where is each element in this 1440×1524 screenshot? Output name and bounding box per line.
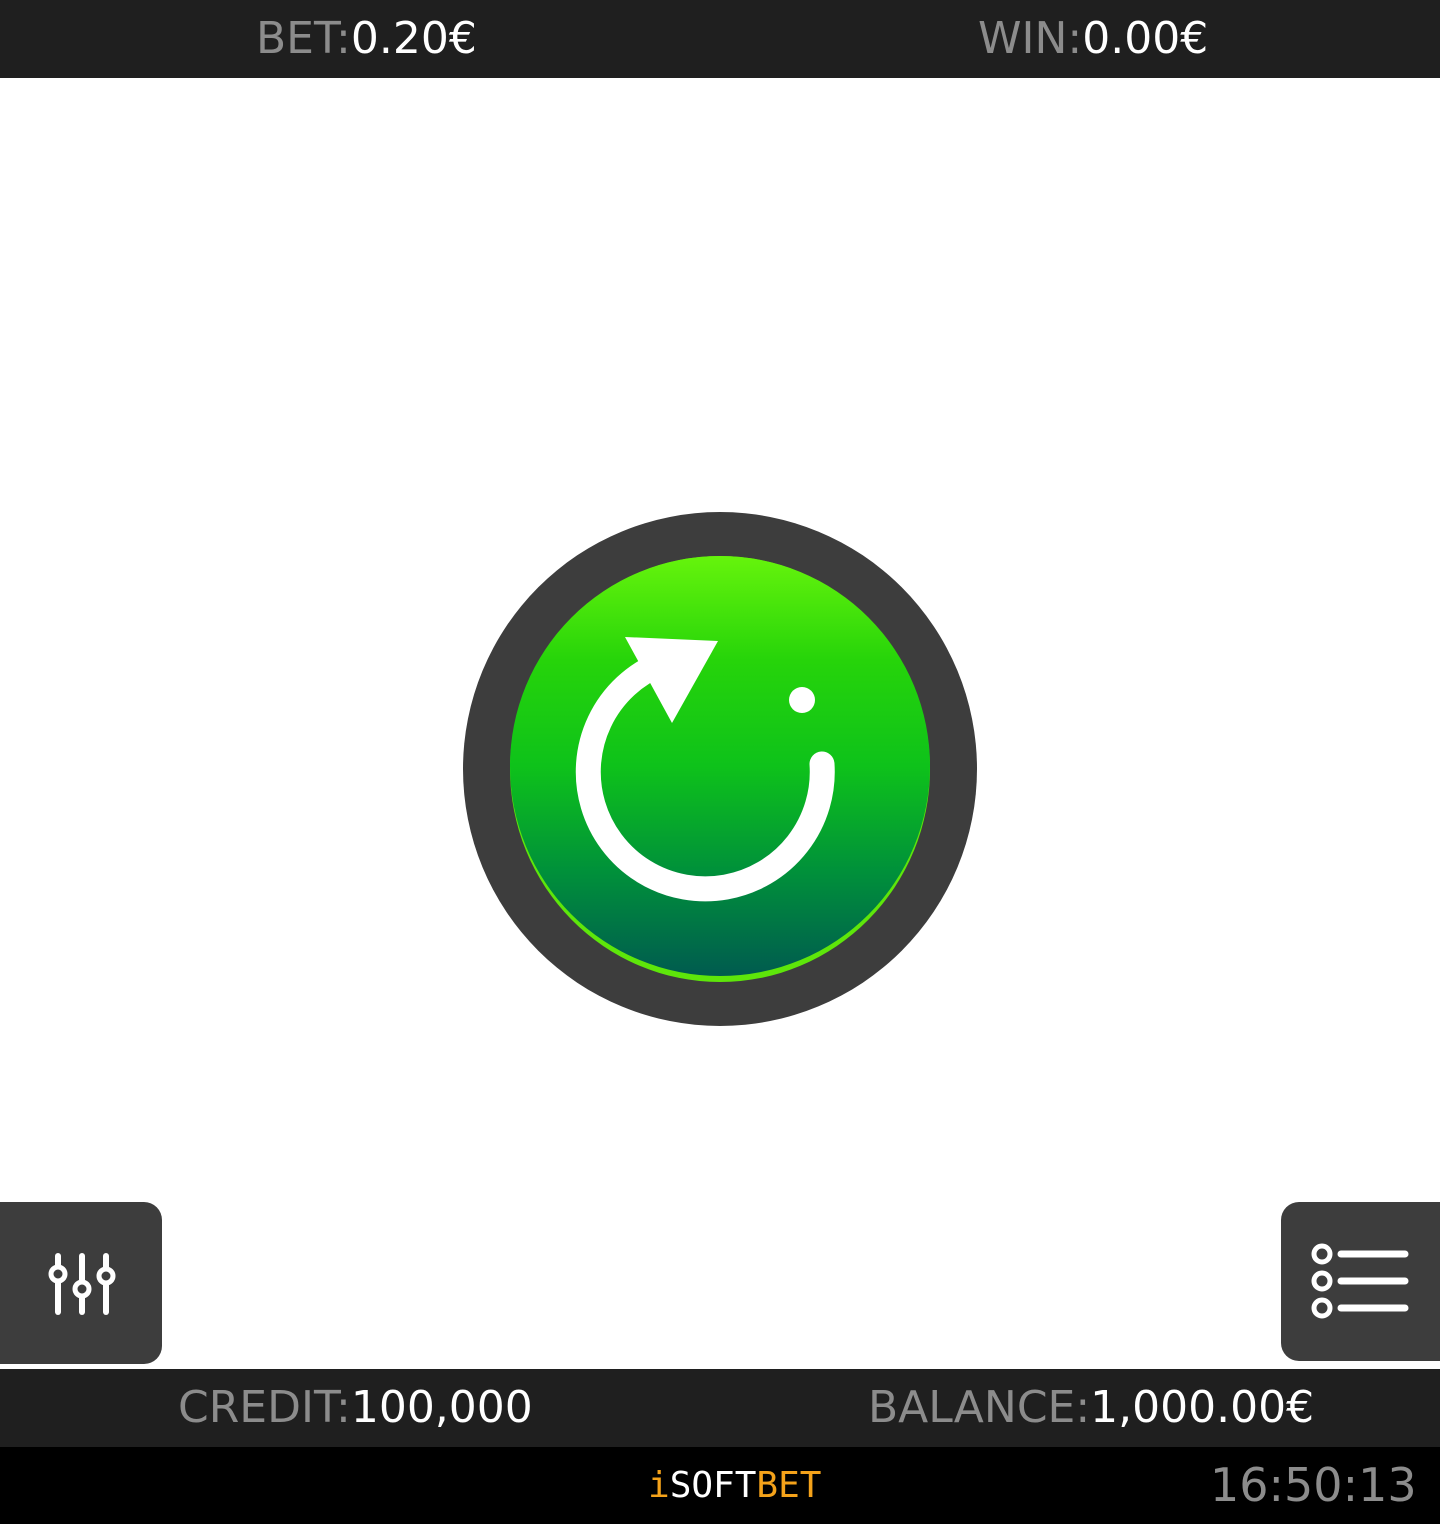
settings-button[interactable] [0,1202,162,1364]
footer-bar: iSOFTBET 16:50:13 [0,1447,1440,1524]
credit-label: CREDIT: [178,1382,351,1433]
clock: 16:50:13 [1210,1458,1417,1512]
brand-logo-i: i [648,1465,670,1506]
credit-display: CREDIT:100,000 [178,1369,533,1447]
menu-button[interactable] [1281,1202,1440,1361]
game-screen: BET:0.20€ WIN:0.00€ CREDIT:100,000 BALAN… [0,0,1440,1524]
spin-button[interactable] [463,512,977,1026]
balance-display: BALANCE:1,000.00€ [868,1369,1314,1447]
refresh-arrow-icon [575,637,835,902]
isoftbet-logo: iSOFTBET [648,1461,821,1511]
list-menu-icon [1311,1243,1409,1319]
bet-label: BET: [256,13,351,64]
balance-value: 1,000.00€ [1090,1382,1315,1433]
balance-label: BALANCE: [868,1382,1091,1433]
sliders-icon [48,1253,116,1315]
win-display: WIN:0.00€ [978,0,1208,78]
bet-display: BET:0.20€ [256,0,477,78]
win-value: 0.00€ [1082,13,1209,64]
brand-logo-soft: SOFT [669,1465,757,1506]
bet-value: 0.20€ [350,13,477,64]
brand-logo-bet: BET [756,1465,822,1506]
credit-value: 100,000 [350,1382,533,1433]
top-status-bar: BET:0.20€ WIN:0.00€ [0,0,1440,78]
win-label: WIN: [978,13,1083,64]
bottom-status-bar: CREDIT:100,000 BALANCE:1,000.00€ [0,1369,1440,1447]
